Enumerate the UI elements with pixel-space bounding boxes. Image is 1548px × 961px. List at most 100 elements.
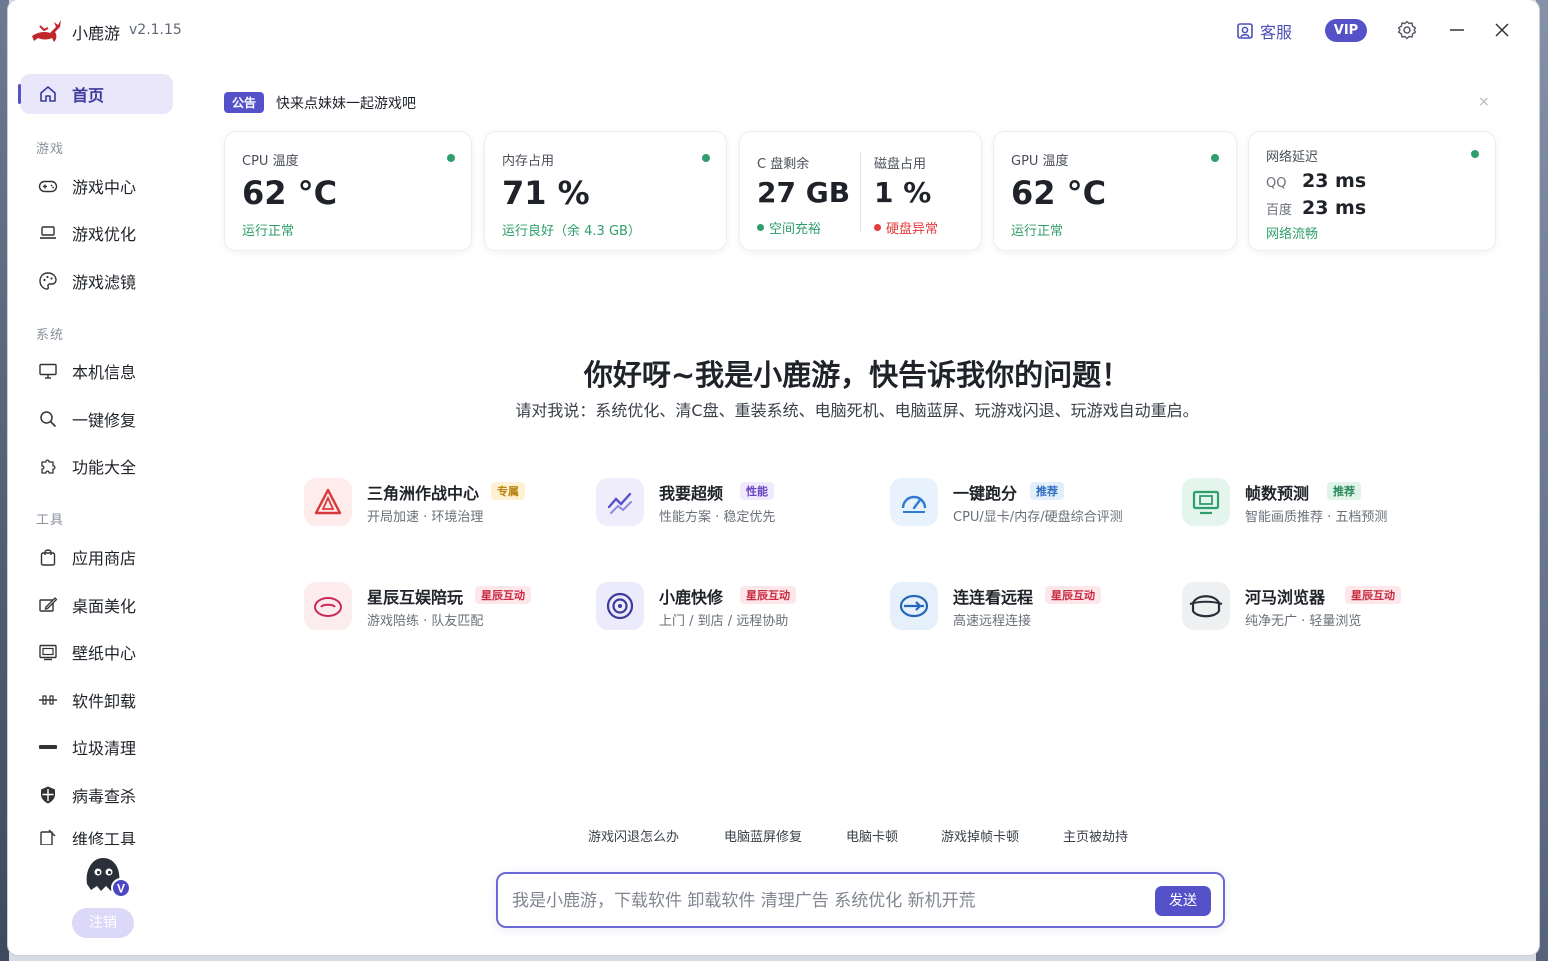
sidebar-item-repair-tools[interactable]: 维修工具 (20, 818, 173, 845)
feature-title: 星辰互娱陪玩 (367, 588, 464, 607)
gear-icon (1397, 20, 1417, 40)
browser-icon (1182, 582, 1230, 630)
close-button[interactable] (1490, 18, 1514, 42)
ghost-avatar-icon[interactable]: V (81, 852, 133, 898)
remote-link-icon (890, 582, 938, 630)
feature-quick-repair[interactable]: 小鹿快修 星辰互动 上门 / 到店 / 远程协助 (596, 582, 876, 634)
feature-remote-connect[interactable]: 连连看远程 星辰互动 高速远程连接 (890, 582, 1170, 634)
announcement-tag: 公告 (224, 92, 265, 113)
sidebar-item-game-filter[interactable]: 游戏滤镜 (20, 261, 173, 301)
announcement-text[interactable]: 快来点妹妹一起游戏吧 (276, 93, 416, 113)
sidebar-item-game-center[interactable]: 游戏中心 (20, 166, 173, 206)
section-label-system: 系统 (36, 328, 65, 343)
gpu-temp-card[interactable]: GPU 温度 62 °C 运行正常 (993, 131, 1237, 251)
card-label: CPU 温度 (242, 154, 299, 169)
sidebar-item-label: 病毒查杀 (72, 787, 137, 806)
feature-badge: 星辰互动 (475, 586, 531, 604)
speedometer-icon (890, 478, 938, 526)
sidebar-item-desktop-beautify[interactable]: 桌面美化 (20, 585, 173, 625)
feature-delta-force-center[interactable]: 三角洲作战中心 专属 开局加速 · 环境治理 (304, 478, 584, 530)
feature-badge: 推荐 (1030, 482, 1064, 500)
close-icon (1495, 23, 1509, 37)
status-dot (1211, 154, 1219, 162)
disk-card[interactable]: C 盘剩余 27 GB 空间充裕 磁盘占用 1 % 硬盘异常 (739, 131, 982, 251)
sidebar-item-label: 软件卸载 (72, 692, 137, 711)
send-button[interactable]: 发送 (1155, 886, 1211, 916)
feature-title: 河马浏览器 (1245, 588, 1326, 607)
wallpaper-icon (39, 644, 57, 661)
card-label: GPU 温度 (1011, 154, 1069, 169)
card-value: 62 °C (242, 174, 338, 212)
feature-desc: 纯净无广 · 轻量浏览 (1245, 614, 1362, 629)
feature-desc: 游戏陪练 · 队友匹配 (367, 614, 484, 629)
status-dot (1471, 150, 1479, 158)
sidebar-item-game-optimize[interactable]: 游戏优化 (20, 213, 173, 253)
laptop-icon (40, 226, 56, 239)
gauge-icon (304, 582, 352, 630)
sidebar-item-antivirus[interactable]: 病毒查杀 (20, 775, 173, 815)
sidebar-item-app-store[interactable]: 应用商店 (20, 537, 173, 577)
sidebar-item-home[interactable]: 首页 (18, 74, 173, 114)
card-label: 磁盘占用 (874, 157, 927, 172)
broom-icon (39, 745, 57, 749)
status-dot (702, 154, 710, 162)
delta-triangle-icon (304, 478, 352, 526)
ping-value: 23 ms (1302, 170, 1367, 192)
feature-title: 一键跑分 (953, 484, 1018, 503)
quick-tag-lag[interactable]: 电脑卡顿 (846, 826, 898, 845)
card-status: 空间充裕 (757, 218, 821, 237)
network-latency-card[interactable]: 网络延迟 QQ 23 ms 百度 23 ms 网络流畅 (1248, 131, 1496, 251)
disk-c-remaining: C 盘剩余 27 GB 空间充裕 (740, 132, 860, 250)
ping-label: 百度 (1266, 203, 1293, 218)
feature-badge: 星辰互动 (1045, 586, 1101, 604)
feature-badge: 性能 (740, 482, 774, 500)
card-label: 内存占用 (502, 154, 555, 169)
sidebar-item-wallpaper[interactable]: 壁纸中心 (20, 632, 173, 672)
quick-tag-game-crash[interactable]: 游戏闪退怎么办 (588, 826, 679, 845)
card-label: 网络延迟 (1266, 150, 1319, 165)
feature-desc: 开局加速 · 环境治理 (367, 510, 484, 525)
card-status-text: 硬盘异常 (886, 222, 939, 237)
puzzle-icon (41, 459, 56, 474)
hero-subtitle: 请对我说：系统优化、清C盘、重装系统、电脑死机、电脑蓝屏、玩游戏闪退、玩游戏自动… (515, 401, 1199, 420)
sidebar-item-label: 首页 (72, 86, 105, 105)
card-value: 27 GB (757, 176, 851, 209)
memory-usage-card[interactable]: 内存占用 71 % 运行良好（余 4.3 GB） (484, 131, 727, 251)
customer-service-button[interactable]: 客服 (1236, 19, 1292, 43)
status-dot (874, 224, 881, 231)
ping-label: QQ (1266, 176, 1287, 191)
gamepad-icon (38, 180, 58, 193)
quick-tag-homepage-hijack[interactable]: 主页被劫持 (1063, 826, 1128, 845)
card-value: 62 °C (1011, 174, 1107, 212)
feature-star-companion[interactable]: 星辰互娱陪玩 星辰互动 游戏陪练 · 队友匹配 (304, 582, 584, 634)
sidebar-item-label: 维修工具 (72, 830, 137, 845)
ping-value: 23 ms (1302, 197, 1367, 219)
quick-tag-fps-drop[interactable]: 游戏掉帧卡顿 (941, 826, 1019, 845)
ping-row-qq: QQ 23 ms (1266, 170, 1366, 192)
palette-icon (39, 272, 57, 290)
disk-usage: 磁盘占用 1 % 硬盘异常 (857, 132, 983, 250)
cpu-temp-card[interactable]: CPU 温度 62 °C 运行正常 (224, 131, 472, 251)
sidebar-item-all-features[interactable]: 功能大全 (20, 446, 173, 486)
vip-badge[interactable]: VIP (1325, 19, 1367, 42)
app-name: 小鹿游 (72, 24, 121, 43)
announcement-close-button[interactable]: × (1478, 94, 1490, 110)
deer-logo-icon (32, 20, 61, 42)
card-status: 运行良好（余 4.3 GB） (502, 224, 641, 239)
sidebar-item-uninstall[interactable]: 软件卸载 (20, 680, 173, 720)
settings-button[interactable] (1395, 18, 1419, 42)
minimize-button[interactable] (1445, 18, 1469, 42)
quick-tag-bluescreen[interactable]: 电脑蓝屏修复 (724, 826, 802, 845)
feature-overclock[interactable]: 我要超频 性能 性能方案 · 稳定优先 (596, 478, 876, 530)
feature-hippo-browser[interactable]: 河马浏览器 星辰互动 纯净无广 · 轻量浏览 (1182, 582, 1462, 634)
home-icon (40, 86, 56, 102)
feature-fps-prediction[interactable]: 帧数预测 推荐 智能画质推荐 · 五档预测 (1182, 478, 1462, 530)
sidebar-item-label: 壁纸中心 (72, 644, 137, 663)
sidebar-item-junk-clean[interactable]: 垃圾清理 (20, 727, 173, 767)
chat-input[interactable] (512, 886, 1132, 916)
status-dot (447, 154, 455, 162)
feature-benchmark[interactable]: 一键跑分 推荐 CPU/显卡/内存/硬盘综合评测 (890, 478, 1170, 530)
logout-button[interactable]: 注销 (72, 908, 134, 938)
announcement-bar: 公告 快来点妹妹一起游戏吧 (224, 92, 416, 113)
feature-desc: 性能方案 · 稳定优先 (659, 510, 776, 525)
